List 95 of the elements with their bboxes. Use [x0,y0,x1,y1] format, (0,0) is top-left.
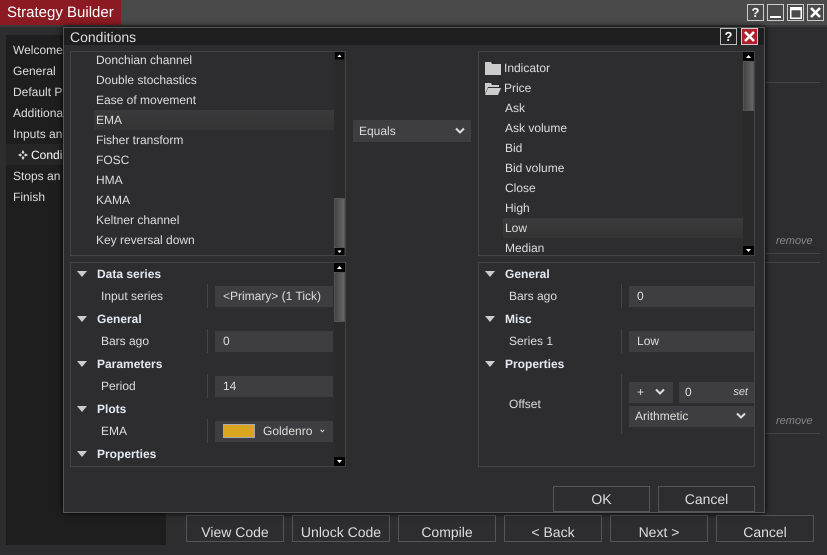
offset-value: 0 [684,385,692,399]
group-header: General [505,266,550,280]
tree-item[interactable]: Close [503,178,743,198]
collapse-triangle-icon[interactable] [77,406,87,412]
collapse-triangle-icon[interactable] [485,316,495,322]
list-item[interactable]: FOSC [94,150,334,170]
tree-item[interactable]: Price [504,81,532,95]
wizard-button[interactable]: Cancel [716,515,814,542]
dialog-title: Conditions [70,28,138,44]
collapse-triangle-icon[interactable] [77,450,87,456]
maximize-button[interactable] [787,4,804,21]
wizard-button[interactable]: Next > [610,515,708,542]
tree-item[interactable]: Bid volume [503,158,743,178]
operator-dropdown[interactable]: Equals [353,120,471,142]
tree-item[interactable]: Low [503,218,743,238]
scrollbar-thumb[interactable] [743,61,754,111]
tree-item[interactable]: Bid [503,138,743,158]
property-label: Offset [485,374,622,434]
chevron-down-icon [736,412,746,420]
scroll-down-icon[interactable] [334,457,345,466]
tree-item[interactable]: Ask volume [503,118,743,138]
collapse-triangle-icon[interactable] [77,360,87,366]
folder-open-icon[interactable] [485,82,501,94]
mode-dropdown[interactable]: Arithmetic [629,406,754,426]
help-button[interactable]: ? [720,28,737,45]
group-header: Properties [97,446,156,460]
offset-field[interactable]: 0 set [679,382,754,402]
property-label: Series 1 [485,329,622,353]
window-title: Strategy Builder [0,0,121,25]
list-item[interactable]: Keltner channel [94,210,334,230]
close-icon [744,31,755,42]
scroll-up-icon[interactable] [743,52,754,61]
list-item[interactable]: Key reversal down [94,230,334,250]
value-field[interactable]: Low [629,330,754,352]
cancel-button[interactable]: Cancel [658,486,755,512]
group-header: Properties [505,356,564,370]
scrollbar[interactable] [743,52,754,255]
group-header: Plots [97,402,126,416]
chevron-down-icon [320,427,325,435]
close-icon [810,7,821,18]
list-item[interactable]: KAMA [94,190,334,210]
scrollbar[interactable] [334,52,345,255]
wizard-button[interactable]: View Code [186,515,284,542]
property-label: Period [77,374,208,398]
folder-icon[interactable] [485,62,501,74]
set-link[interactable]: set [733,386,748,398]
group-header: General [97,312,142,326]
sign-dropdown[interactable]: + [629,382,674,402]
chevron-down-icon [655,388,666,396]
tree-item[interactable]: Median [503,238,743,255]
close-button[interactable] [741,28,758,45]
collapse-triangle-icon[interactable] [485,270,495,276]
chevron-down-icon [455,127,465,135]
list-item[interactable]: Ease of movement [94,90,334,110]
minimize-button[interactable] [767,4,784,21]
property-label: Bars ago [77,329,208,353]
scroll-down-icon[interactable] [743,246,754,255]
wizard-button[interactable]: < Back [504,515,602,542]
collapse-triangle-icon[interactable] [485,360,495,366]
group-header: Misc [505,312,532,326]
color-dropdown[interactable]: Goldenro [215,420,333,442]
property-label: Bars ago [485,284,622,308]
tree-item[interactable]: Indicator [504,61,550,75]
value-field[interactable]: 0 [215,330,333,352]
list-item[interactable]: EMA [94,110,334,130]
scrollbar-thumb[interactable] [334,198,345,248]
value-field[interactable]: <Primary> (1 Tick) [215,286,333,306]
tree-item[interactable]: High [503,198,743,218]
group-header: Parameters [97,356,162,370]
wizard-button[interactable]: Compile [398,515,496,542]
tree-item[interactable]: Ask [503,98,743,118]
list-item[interactable]: Donchian channel [94,52,334,70]
maximize-icon [790,6,802,18]
value-field[interactable]: 14 [215,376,333,396]
list-item[interactable]: Double stochastics [94,70,334,90]
remove-link[interactable]: remove [764,235,813,253]
scroll-up-icon[interactable] [334,52,345,60]
ok-button[interactable]: OK [553,486,650,512]
scroll-up-icon[interactable] [334,263,345,272]
help-button[interactable]: ? [747,4,764,21]
collapse-triangle-icon[interactable] [77,270,87,276]
remove-link[interactable]: remove [764,415,813,433]
list-item[interactable]: Fisher transform [94,130,334,150]
wizard-button[interactable]: Unlock Code [292,515,390,542]
list-item[interactable]: HMA [94,170,334,190]
scrollbar[interactable] [334,263,345,466]
property-label: Input series [77,284,208,308]
minimize-icon [770,16,781,18]
collapse-triangle-icon[interactable] [77,316,87,322]
group-header: Data series [97,266,162,280]
step-icon [18,150,28,160]
value-field[interactable]: 0 [629,286,754,306]
close-button[interactable] [807,4,824,21]
scrollbar-thumb[interactable] [334,272,345,322]
property-label: EMA [77,419,208,443]
